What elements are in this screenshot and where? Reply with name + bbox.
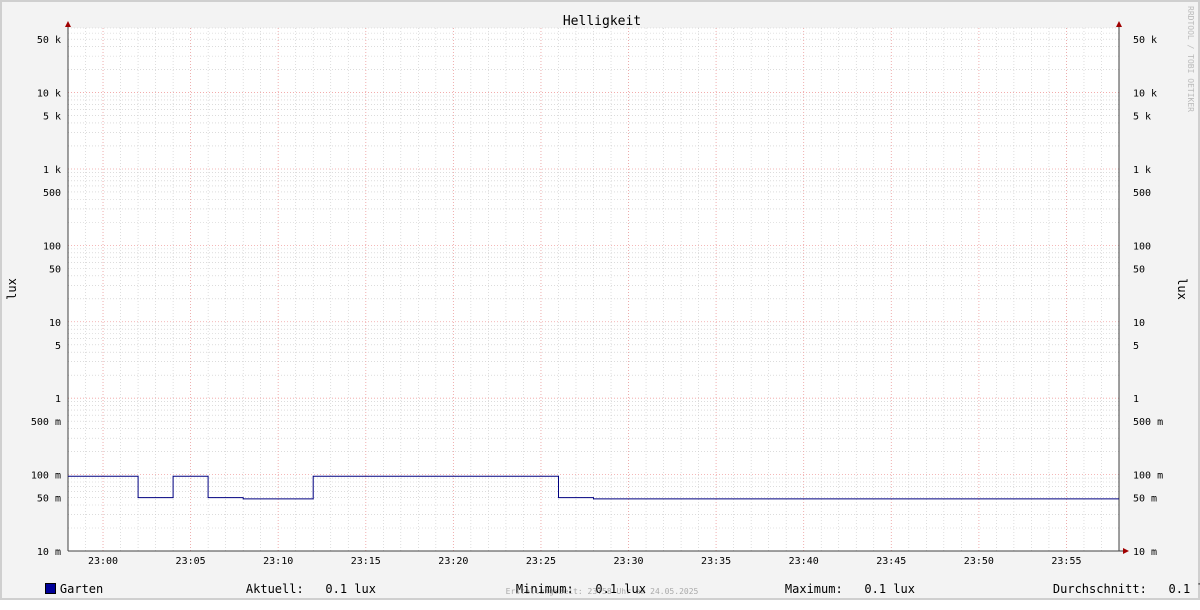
y-tick-label-left: 50	[49, 264, 61, 275]
legend-max-label: Maximum:	[784, 582, 843, 596]
y-tick-label-left: 10	[49, 318, 61, 329]
y-tick-label-left: 5 k	[43, 112, 61, 123]
x-tick-label: 23:20	[438, 556, 468, 567]
y-tick-label-left: 1	[55, 394, 61, 405]
x-tick-label: 23:15	[351, 556, 381, 567]
legend-current: Aktuell: 0.1 lux	[217, 568, 376, 596]
legend-current-label: Aktuell:	[245, 582, 304, 596]
x-tick-label: 23:35	[701, 556, 731, 567]
y-tick-label-left: 500	[43, 188, 61, 199]
x-tick-label: 23:30	[613, 556, 643, 567]
legend-swatch	[44, 583, 56, 594]
y-tick-label-right: 10	[1133, 318, 1145, 329]
y-axis-arrow-right	[1116, 21, 1122, 27]
chart-canvas: 50 k 50 k 10 k 10 k5 k5 k1 k1 k 500 500 100 100…	[0, 0, 1200, 600]
y-tick-label-right: 50 m	[1133, 494, 1157, 505]
y-tick-label-right: 100 m	[1133, 471, 1163, 482]
y-tick-label-left: 50 m	[37, 494, 61, 505]
legend-maximum: Maximum: 0.1 lux	[756, 568, 915, 596]
y-tick-label-right: 500	[1133, 188, 1151, 199]
legend-min-label: Minimum:	[515, 582, 574, 596]
x-tick-label: 23:05	[176, 556, 206, 567]
x-axis-arrow	[1123, 548, 1129, 554]
x-tick-label: 23:50	[964, 556, 994, 567]
y-tick-label-left: 1 k	[43, 165, 61, 176]
legend-avg-label: Durchschnitt:	[1052, 582, 1147, 596]
legend-min-value: 0.1 lux	[595, 582, 646, 596]
y-tick-label-left: 100	[43, 241, 61, 252]
y-tick-label-right: 5	[1133, 341, 1139, 352]
y-axis-label-right: lux	[1175, 278, 1189, 300]
y-tick-label-left: 50 k	[37, 35, 61, 46]
legend-series-name: Garten	[59, 582, 104, 596]
y-tick-label-right: 50 k	[1133, 35, 1157, 46]
x-tick-label: 23:00	[88, 556, 118, 567]
chart-svg: 50 k 50 k10 k 10 k5 k5 k1 k1 k500 500100 100…	[5, 6, 1195, 596]
y-tick-label-left: 500 m	[31, 417, 61, 428]
x-tick-label: 23:40	[789, 556, 819, 567]
legend-avg-value: 0.1 lux	[1168, 582, 1200, 596]
y-tick-label-right: 500 m	[1133, 417, 1163, 428]
y-tick-label-left: 5	[55, 341, 61, 352]
y-tick-label-right: 1	[1133, 394, 1139, 405]
legend-average: Durchschnitt: 0.1 lux	[1024, 568, 1200, 596]
y-tick-label-right: 100	[1133, 241, 1151, 252]
watermark: RRDTOOL / TOBI OETIKER	[1186, 6, 1195, 112]
y-tick-label-right: 1 k	[1133, 165, 1151, 176]
y-tick-label-right: 5 k	[1133, 112, 1151, 123]
chart-title: Helligkeit	[563, 14, 641, 29]
y-axis-arrow-left	[65, 21, 71, 27]
legend-max-value: 0.1 lux	[864, 582, 915, 596]
legend-current-value: 0.1 lux	[325, 582, 376, 596]
legend-series: Garten	[16, 568, 103, 596]
y-tick-label-left: 100 m	[31, 471, 61, 482]
y-tick-label-right: 50	[1133, 264, 1145, 275]
y-tick-label-left: 10 m	[37, 547, 61, 558]
x-tick-label: 23:55	[1051, 556, 1081, 567]
y-tick-label-right: 10 k	[1133, 89, 1157, 100]
y-axis-label-left: lux	[5, 278, 19, 300]
y-tick-label-right: 10 m	[1133, 547, 1157, 558]
legend-minimum: Minimum: 0.1 lux	[487, 568, 646, 596]
x-tick-label: 23:45	[876, 556, 906, 567]
x-tick-label: 23:25	[526, 556, 556, 567]
y-tick-label-left: 10 k	[37, 89, 61, 100]
x-tick-label: 23:10	[263, 556, 293, 567]
